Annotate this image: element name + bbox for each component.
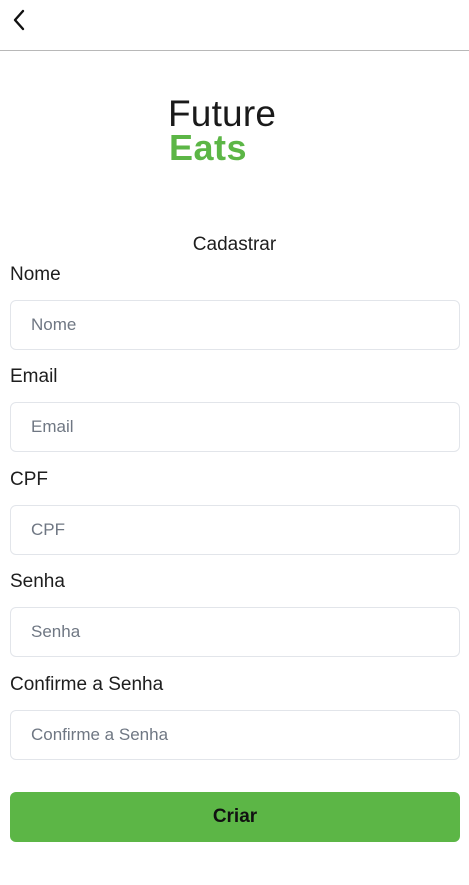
confirm-password-input[interactable] <box>10 710 460 760</box>
back-button[interactable] <box>8 6 30 34</box>
future-eats-logo: Future Eats <box>168 94 308 169</box>
signup-page: Future Eats Cadastrar Nome Email CPF Sen… <box>0 0 469 885</box>
password-input[interactable] <box>10 607 460 657</box>
password-label: Senha <box>10 571 65 592</box>
form-title: Cadastrar <box>192 234 277 255</box>
create-account-button[interactable]: Criar <box>10 792 460 842</box>
email-label: Email <box>10 366 58 387</box>
top-bar <box>0 0 469 51</box>
cpf-input[interactable] <box>10 505 460 555</box>
name-input[interactable] <box>10 300 460 350</box>
logo-text-eats: Eats <box>169 127 248 168</box>
name-label: Nome <box>10 264 61 285</box>
chevron-left-icon <box>13 9 25 31</box>
cpf-label: CPF <box>10 469 48 490</box>
confirm-password-label: Confirme a Senha <box>10 674 164 695</box>
email-input[interactable] <box>10 402 460 452</box>
